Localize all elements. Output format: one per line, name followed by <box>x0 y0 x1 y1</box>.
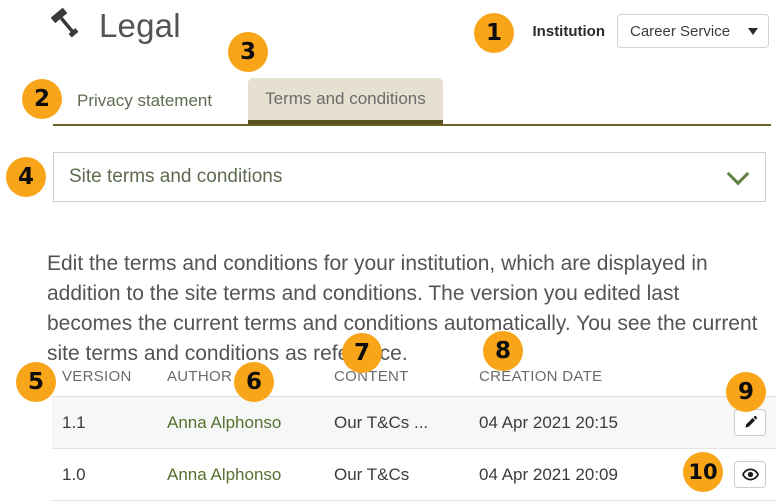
page-title-block: Legal <box>48 6 181 44</box>
cell-author: Anna Alphonso <box>167 449 334 501</box>
table-row[interactable]: 1.1 Anna Alphonso Our T&Cs ... 04 Apr 20… <box>52 397 776 449</box>
cell-version: 1.1 <box>52 397 167 449</box>
annotation-badge-3: 3 <box>228 32 268 72</box>
institution-select[interactable]: Career Service <box>617 14 769 48</box>
cell-content: Our T&Cs <box>334 449 479 501</box>
cell-creation-date: 04 Apr 2021 20:15 <box>479 397 701 449</box>
column-header-version: Version <box>52 368 167 397</box>
table-body: 1.1 Anna Alphonso Our T&Cs ... 04 Apr 20… <box>52 397 776 501</box>
page-header: Legal Institution Career Service <box>0 0 777 60</box>
cell-author: Anna Alphonso <box>167 397 334 449</box>
annotation-badge-1: 1 <box>474 13 514 53</box>
tab-terms-and-conditions-label: Terms and conditions <box>265 89 426 109</box>
page-title: Legal <box>99 9 181 42</box>
annotation-badge-8: 8 <box>483 331 523 371</box>
annotation-badge-5: 5 <box>16 362 56 402</box>
pencil-icon <box>743 415 758 430</box>
eye-icon <box>742 468 759 481</box>
annotation-badge-9: 9 <box>726 372 766 412</box>
institution-label: Institution <box>533 23 605 40</box>
site-terms-accordion[interactable]: Site terms and conditions <box>53 152 766 202</box>
annotation-badge-4: 4 <box>6 157 46 197</box>
table-row[interactable]: 1.0 Anna Alphonso Our T&Cs 04 Apr 2021 2… <box>52 449 776 501</box>
view-button[interactable] <box>734 461 766 488</box>
caret-down-icon <box>748 28 758 35</box>
chevron-down-icon <box>727 163 750 186</box>
edit-button[interactable] <box>734 409 766 436</box>
cell-creation-date: 04 Apr 2021 20:09 <box>479 449 701 501</box>
institution-selector-block: Institution Career Service <box>533 14 769 48</box>
table-header-row: Version Author Content Creation date <box>52 368 776 397</box>
cell-content: Our T&Cs ... <box>334 397 479 449</box>
author-link[interactable]: Anna Alphonso <box>167 465 281 484</box>
version-history-table: Version Author Content Creation date 1.1… <box>52 368 776 501</box>
tab-privacy-statement[interactable]: Privacy statement <box>60 78 229 124</box>
tab-terms-and-conditions[interactable]: Terms and conditions <box>248 78 443 124</box>
description-text: Edit the terms and conditions for your i… <box>47 249 762 369</box>
institution-select-value: Career Service <box>630 23 730 40</box>
cell-version: 1.0 <box>52 449 167 501</box>
annotation-badge-2: 2 <box>22 79 62 119</box>
annotation-badge-7: 7 <box>342 333 382 373</box>
tab-bar-divider <box>53 124 771 126</box>
tab-privacy-statement-label: Privacy statement <box>77 91 212 111</box>
gavel-icon <box>48 6 86 44</box>
site-terms-accordion-label: Site terms and conditions <box>69 166 282 188</box>
author-link[interactable]: Anna Alphonso <box>167 413 281 432</box>
annotation-badge-10: 10 <box>683 452 723 492</box>
column-header-creation-date: Creation date <box>479 368 701 397</box>
table-head: Version Author Content Creation date <box>52 368 776 397</box>
annotation-badge-6: 6 <box>234 362 274 402</box>
tab-bar: Privacy statement Terms and conditions <box>60 74 443 124</box>
